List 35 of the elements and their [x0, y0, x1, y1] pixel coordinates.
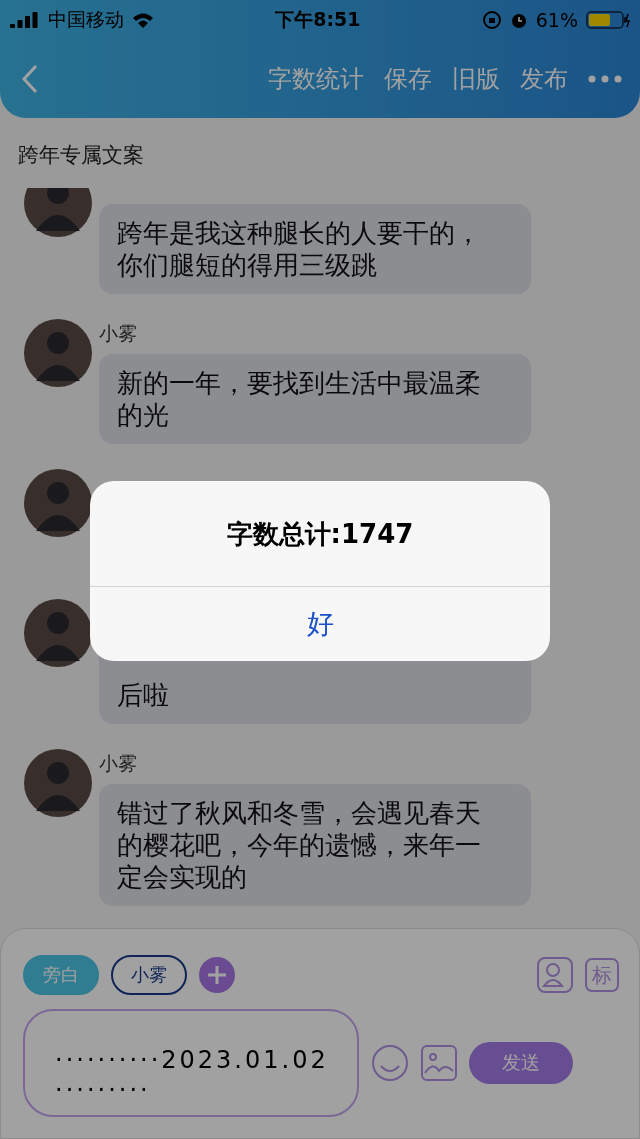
signal-icon: [10, 12, 40, 28]
document-title: 跨年专属文案: [17, 142, 145, 169]
header-action[interactable]: 发布: [520, 63, 568, 95]
alarm-icon: [509, 11, 528, 29]
avatar: [24, 469, 92, 537]
header-action[interactable]: 保存: [384, 63, 432, 95]
battery-percent: 61%: [535, 9, 578, 31]
message-bubble: 跨年是我这种腿长的人要干的，你们腿短的得用三级跳: [99, 204, 531, 294]
battery-icon: [586, 11, 630, 29]
emoji-icon[interactable]: [371, 1044, 409, 1082]
more-icon[interactable]: [588, 75, 622, 83]
message-bubble: 错过了秋风和冬雪，会遇见春天的樱花吧，今年的遗憾，来年一定会实现的: [99, 784, 531, 906]
back-icon[interactable]: [22, 64, 38, 94]
header-action[interactable]: 字数统计: [268, 63, 364, 95]
speaker-chip[interactable]: 小雾: [111, 955, 187, 995]
mark-button[interactable]: 标: [585, 958, 619, 992]
person-icon[interactable]: [537, 957, 573, 993]
speaker-name: 小雾: [99, 752, 138, 774]
avatar: [24, 599, 92, 667]
status-time: 下午8:51: [275, 7, 361, 32]
rotation-lock-icon: [481, 10, 502, 30]
image-icon[interactable]: [421, 1045, 457, 1081]
speaker-name: 小雾: [99, 322, 138, 344]
avatar: [24, 749, 92, 817]
avatar: [24, 188, 92, 237]
message-bubble: 新的一年，要找到生活中最温柔的光: [99, 354, 531, 444]
header-action[interactable]: 旧版: [452, 63, 500, 95]
input-field[interactable]: ··········2023.01.02·········: [23, 1009, 359, 1117]
avatar: [24, 319, 92, 387]
carrier-name: 中国移动: [48, 7, 124, 32]
alert-message: 字数总计:1747: [90, 481, 550, 587]
wifi-icon: [132, 12, 154, 28]
send-button[interactable]: 发送: [469, 1042, 573, 1084]
speaker-chip[interactable]: 旁白: [23, 955, 99, 995]
add-icon[interactable]: [199, 957, 235, 993]
